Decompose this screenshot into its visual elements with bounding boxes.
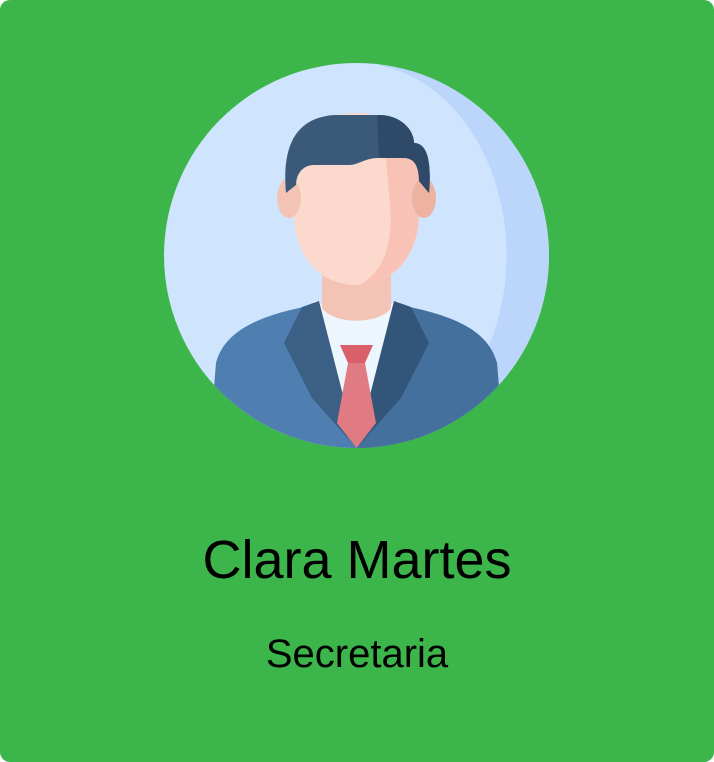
- profile-name: Clara Martes: [202, 530, 512, 590]
- profile-role: Secretaria: [265, 632, 449, 676]
- businessman-avatar-icon: [164, 63, 549, 448]
- profile-card: Clara Martes Secretaria: [0, 0, 714, 762]
